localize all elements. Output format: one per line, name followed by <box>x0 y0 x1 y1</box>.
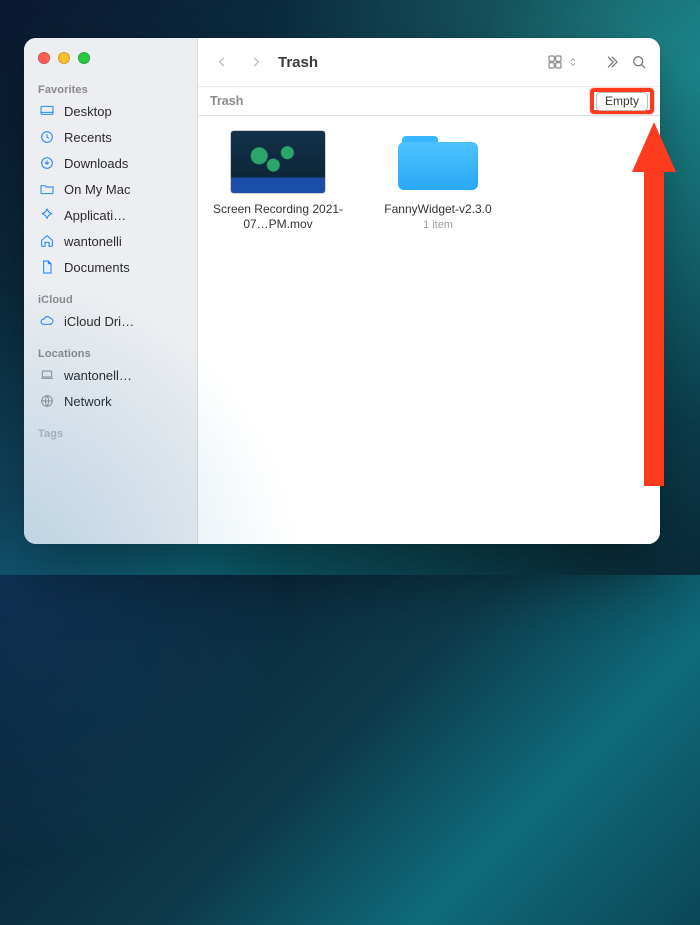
view-switcher[interactable] <box>546 53 578 71</box>
sidebar-item-label: On My Mac <box>64 182 130 197</box>
file-grid[interactable]: Screen Recording 2021-07…PM.mov FannyWid… <box>198 116 660 544</box>
globe-icon <box>38 392 56 410</box>
folder-icon <box>38 180 56 198</box>
window-title: Trash <box>278 54 318 71</box>
sidebar-section-icloud: iCloud <box>24 288 197 308</box>
sidebar-section-tags: Tags <box>24 422 197 442</box>
file-item[interactable]: FannyWidget-v2.3.0 1 item <box>370 130 506 231</box>
sidebar-scroll: Favorites Desktop Recents Downloads On M… <box>24 78 197 544</box>
cloud-icon <box>38 312 56 330</box>
path-bar: Trash Empty <box>198 86 660 116</box>
folder-thumbnail <box>390 130 486 194</box>
apps-icon <box>38 206 56 224</box>
sidebar-item-label: Downloads <box>64 156 128 171</box>
sidebar-section-locations: Locations <box>24 342 197 362</box>
back-button[interactable] <box>210 50 234 74</box>
sidebar-item-downloads[interactable]: Downloads <box>30 150 191 176</box>
sidebar-item-label: Recents <box>64 130 112 145</box>
sidebar-section-favorites: Favorites <box>24 78 197 98</box>
toolbar: Trash <box>198 38 660 86</box>
file-item[interactable]: Screen Recording 2021-07…PM.mov <box>210 130 346 232</box>
file-name: FannyWidget-v2.3.0 <box>384 202 491 217</box>
file-name: Screen Recording 2021-07…PM.mov <box>210 202 346 232</box>
forward-button[interactable] <box>244 50 268 74</box>
sidebar-item-recents[interactable]: Recents <box>30 124 191 150</box>
sidebar-item-on-my-mac[interactable]: On My Mac <box>30 176 191 202</box>
sidebar-item-icloud-drive[interactable]: iCloud Dri… <box>30 308 191 334</box>
zoom-window-button[interactable] <box>78 52 90 64</box>
sidebar-item-label: Documents <box>64 260 130 275</box>
laptop-icon <box>38 366 56 384</box>
toolbar-overflow-button[interactable] <box>602 53 620 71</box>
sidebar-item-desktop[interactable]: Desktop <box>30 98 191 124</box>
search-button[interactable] <box>630 53 648 71</box>
location-label: Trash <box>210 94 243 108</box>
close-window-button[interactable] <box>38 52 50 64</box>
minimize-window-button[interactable] <box>58 52 70 64</box>
sidebar-item-label: iCloud Dri… <box>64 314 134 329</box>
sidebar-item-label: wantonell… <box>64 368 132 383</box>
annotation-highlight: Empty <box>590 88 654 114</box>
clock-icon <box>38 128 56 146</box>
sidebar-item-home[interactable]: wantonelli <box>30 228 191 254</box>
sidebar-item-applications[interactable]: Applicati… <box>30 202 191 228</box>
sidebar-item-documents[interactable]: Documents <box>30 254 191 280</box>
download-icon <box>38 154 56 172</box>
home-icon <box>38 232 56 250</box>
main-pane: Trash Trash Empty <box>198 38 660 544</box>
sidebar-item-this-mac[interactable]: wantonell… <box>30 362 191 388</box>
sidebar: Favorites Desktop Recents Downloads On M… <box>24 38 198 544</box>
empty-trash-button[interactable]: Empty <box>596 92 648 111</box>
desktop-icon <box>38 102 56 120</box>
doc-icon <box>38 258 56 276</box>
sidebar-item-label: Desktop <box>64 104 112 119</box>
sidebar-item-label: Network <box>64 394 112 409</box>
sidebar-item-network[interactable]: Network <box>30 388 191 414</box>
sidebar-item-label: wantonelli <box>64 234 122 249</box>
finder-window: Favorites Desktop Recents Downloads On M… <box>24 38 660 544</box>
window-controls <box>24 48 197 78</box>
sidebar-item-label: Applicati… <box>64 208 126 223</box>
video-thumbnail <box>230 130 326 194</box>
file-meta: 1 item <box>423 219 453 231</box>
